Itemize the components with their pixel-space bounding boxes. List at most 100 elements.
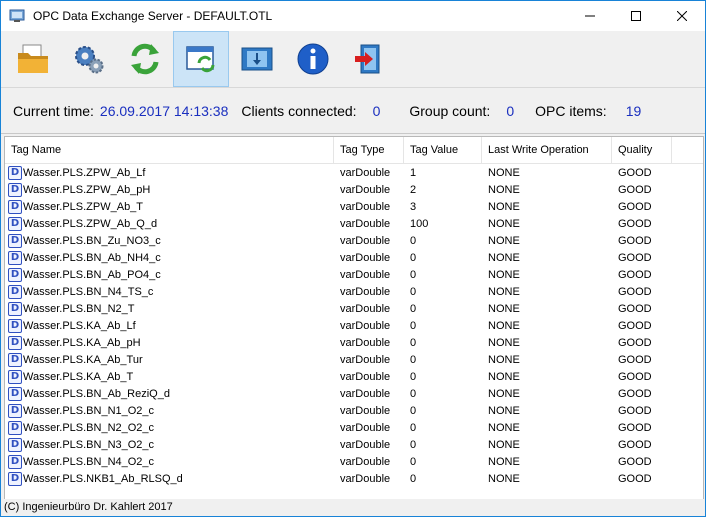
tag-value-cell: 0 — [410, 268, 417, 281]
tag-name-cell: D Wasser.PLS.KA_Ab_T — [5, 369, 334, 384]
tag-type-cell: varDouble — [340, 285, 391, 298]
tag-value-cell: 0 — [410, 370, 417, 383]
table-row[interactable]: D Wasser.PLS.KA_Ab_Tur varDouble 0 NONE GOOD — [5, 351, 703, 368]
table-row[interactable]: D Wasser.PLS.KA_Ab_pH varDouble 0 NONE GOOD — [5, 334, 703, 351]
tag-name-text: Wasser.PLS.BN_Zu_NO3_c — [23, 234, 161, 247]
table-row[interactable]: D Wasser.PLS.BN_Ab_NH4_c varDouble 0 NONE GOO… — [5, 249, 703, 266]
last-write-cell: NONE — [488, 166, 520, 179]
tag-type-cell: varDouble — [340, 234, 391, 247]
window-refresh-icon — [186, 46, 215, 73]
table-row[interactable]: D Wasser.PLS.BN_N3_O2_c varDouble 0 NONE GOOD — [5, 436, 703, 453]
table-row[interactable]: D Wasser.PLS.ZPW_Ab_Lf varDouble 1 NONE GOOD — [5, 164, 703, 181]
tag-name-text: Wasser.PLS.ZPW_Ab_Q_d — [23, 217, 158, 230]
tag-name-cell: D Wasser.PLS.BN_N4_TS_c — [5, 284, 334, 299]
tag-type-cell: varDouble — [340, 404, 391, 417]
double-type-icon: D — [8, 284, 22, 299]
open-file-button[interactable] — [5, 31, 61, 87]
tag-value-cell: 0 — [410, 353, 417, 366]
last-write-cell: NONE — [488, 421, 520, 434]
tag-type-cell: varDouble — [340, 183, 391, 196]
table-row[interactable]: D Wasser.PLS.BN_N2_O2_c varDouble 0 NONE GOOD — [5, 419, 703, 436]
column-header-last-write[interactable]: Last Write Operation — [482, 137, 612, 163]
tag-name-text: Wasser.PLS.BN_N2_O2_c — [23, 421, 155, 434]
tag-value-cell: 0 — [410, 387, 417, 400]
double-type-icon: D — [8, 250, 22, 265]
tag-value-cell: 0 — [410, 404, 417, 417]
quality-cell: GOOD — [618, 455, 652, 468]
refresh-button[interactable] — [117, 31, 173, 87]
tag-type-cell: varDouble — [340, 302, 391, 315]
tag-type-cell: varDouble — [340, 319, 391, 332]
title-bar[interactable]: OPC Data Exchange Server - DEFAULT.OTL — [1, 1, 705, 31]
last-write-cell: NONE — [488, 268, 520, 281]
quality-cell: GOOD — [618, 217, 652, 230]
tag-name-text: Wasser.PLS.ZPW_Ab_pH — [23, 183, 151, 196]
tag-type-cell: varDouble — [340, 387, 391, 400]
double-type-icon: D — [8, 182, 22, 197]
tag-type-cell: varDouble — [340, 217, 391, 230]
table-row[interactable]: D Wasser.PLS.ZPW_Ab_pH varDouble 2 NONE GOOD — [5, 181, 703, 198]
double-type-icon: D — [8, 233, 22, 248]
tag-name-cell: D Wasser.PLS.KA_Ab_pH — [5, 335, 334, 350]
minimize-button[interactable] — [567, 1, 613, 31]
table-row[interactable]: D Wasser.PLS.BN_Ab_ReziQ_d varDouble 0 NONE G… — [5, 385, 703, 402]
maximize-button[interactable] — [613, 1, 659, 31]
last-write-cell: NONE — [488, 285, 520, 298]
tag-value-cell: 0 — [410, 251, 417, 264]
quality-cell: GOOD — [618, 387, 652, 400]
import-button[interactable] — [229, 31, 285, 87]
current-time-value: 26.09.2017 14:13:38 — [99, 102, 229, 119]
tag-value-cell: 0 — [410, 472, 417, 485]
double-type-icon: D — [8, 471, 22, 486]
table-row[interactable]: D Wasser.PLS.BN_N4_O2_c varDouble 0 NONE GOOD — [5, 453, 703, 470]
opc-items-value: 19 — [625, 102, 642, 119]
table-row[interactable]: D Wasser.PLS.BN_Zu_NO3_c varDouble 0 NONE GOO… — [5, 232, 703, 249]
close-icon — [677, 11, 687, 21]
tag-type-cell: varDouble — [340, 268, 391, 281]
table-body: D Wasser.PLS.ZPW_Ab_Lf varDouble 1 NONE GOOD D… — [5, 164, 703, 487]
column-header-tag-value[interactable]: Tag Value — [404, 137, 482, 163]
table-row[interactable]: D Wasser.PLS.ZPW_Ab_T varDouble 3 NONE GOOD — [5, 198, 703, 215]
double-type-icon: D — [8, 352, 22, 367]
settings-button[interactable] — [61, 31, 117, 87]
tag-name-cell: D Wasser.PLS.ZPW_Ab_T — [5, 199, 334, 214]
quality-cell: GOOD — [618, 268, 652, 281]
tag-name-text: Wasser.PLS.KA_Ab_Lf — [23, 319, 136, 332]
table-row[interactable]: D Wasser.PLS.BN_N1_O2_c varDouble 0 NONE GOOD — [5, 402, 703, 419]
status-panel: Current time: 26.09.2017 14:13:38 Client… — [1, 88, 705, 134]
tag-name-cell: D Wasser.PLS.ZPW_Ab_Lf — [5, 165, 334, 180]
table-row[interactable]: D Wasser.PLS.BN_N2_T varDouble 0 NONE GOOD — [5, 300, 703, 317]
table-row[interactable]: D Wasser.PLS.KA_Ab_T varDouble 0 NONE GOOD — [5, 368, 703, 385]
column-header-tag-type[interactable]: Tag Type — [334, 137, 404, 163]
gears-icon — [75, 46, 104, 74]
table-row[interactable]: D Wasser.PLS.BN_N4_TS_c varDouble 0 NONE GOOD — [5, 283, 703, 300]
tag-value-cell: 0 — [410, 302, 417, 315]
table-row[interactable]: D Wasser.PLS.ZPW_Ab_Q_d varDouble 100 NONE GO… — [5, 215, 703, 232]
quality-cell: GOOD — [618, 166, 652, 179]
window-refresh-button[interactable] — [173, 31, 229, 87]
tag-type-cell: varDouble — [340, 251, 391, 264]
tag-type-cell: varDouble — [340, 200, 391, 213]
tag-name-text: Wasser.PLS.BN_Ab_PO4_c — [23, 268, 161, 281]
tag-name-cell: D Wasser.PLS.KA_Ab_Lf — [5, 318, 334, 333]
tag-table[interactable]: Tag Name Tag Type Tag Value Last Write O… — [4, 136, 704, 501]
minimize-icon — [585, 15, 595, 17]
exit-button[interactable] — [341, 31, 397, 87]
table-row[interactable]: D Wasser.PLS.BN_Ab_PO4_c varDouble 0 NONE GOO… — [5, 266, 703, 283]
folder-open-icon — [18, 44, 48, 73]
tag-type-cell: varDouble — [340, 166, 391, 179]
tag-name-text: Wasser.PLS.ZPW_Ab_T — [23, 200, 144, 213]
table-row[interactable]: D Wasser.PLS.KA_Ab_Lf varDouble 0 NONE GOOD — [5, 317, 703, 334]
tag-type-cell: varDouble — [340, 438, 391, 451]
close-button[interactable] — [659, 1, 705, 31]
column-header-tag-name[interactable]: Tag Name — [5, 137, 334, 163]
copyright-text: (C) Ingenieurbüro Dr. Kahlert 2017 — [4, 501, 173, 513]
quality-cell: GOOD — [618, 183, 652, 196]
status-bar: (C) Ingenieurbüro Dr. Kahlert 2017 — [1, 499, 705, 516]
tag-name-cell: D Wasser.PLS.NKB1_Ab_RLSQ_d — [5, 471, 334, 486]
column-header-quality[interactable]: Quality — [612, 137, 672, 163]
table-row[interactable]: D Wasser.PLS.NKB1_Ab_RLSQ_d varDouble 0 NONE… — [5, 470, 703, 487]
maximize-icon — [631, 11, 641, 21]
about-button[interactable] — [285, 31, 341, 87]
tag-name-cell: D Wasser.PLS.BN_Ab_PO4_c — [5, 267, 334, 282]
